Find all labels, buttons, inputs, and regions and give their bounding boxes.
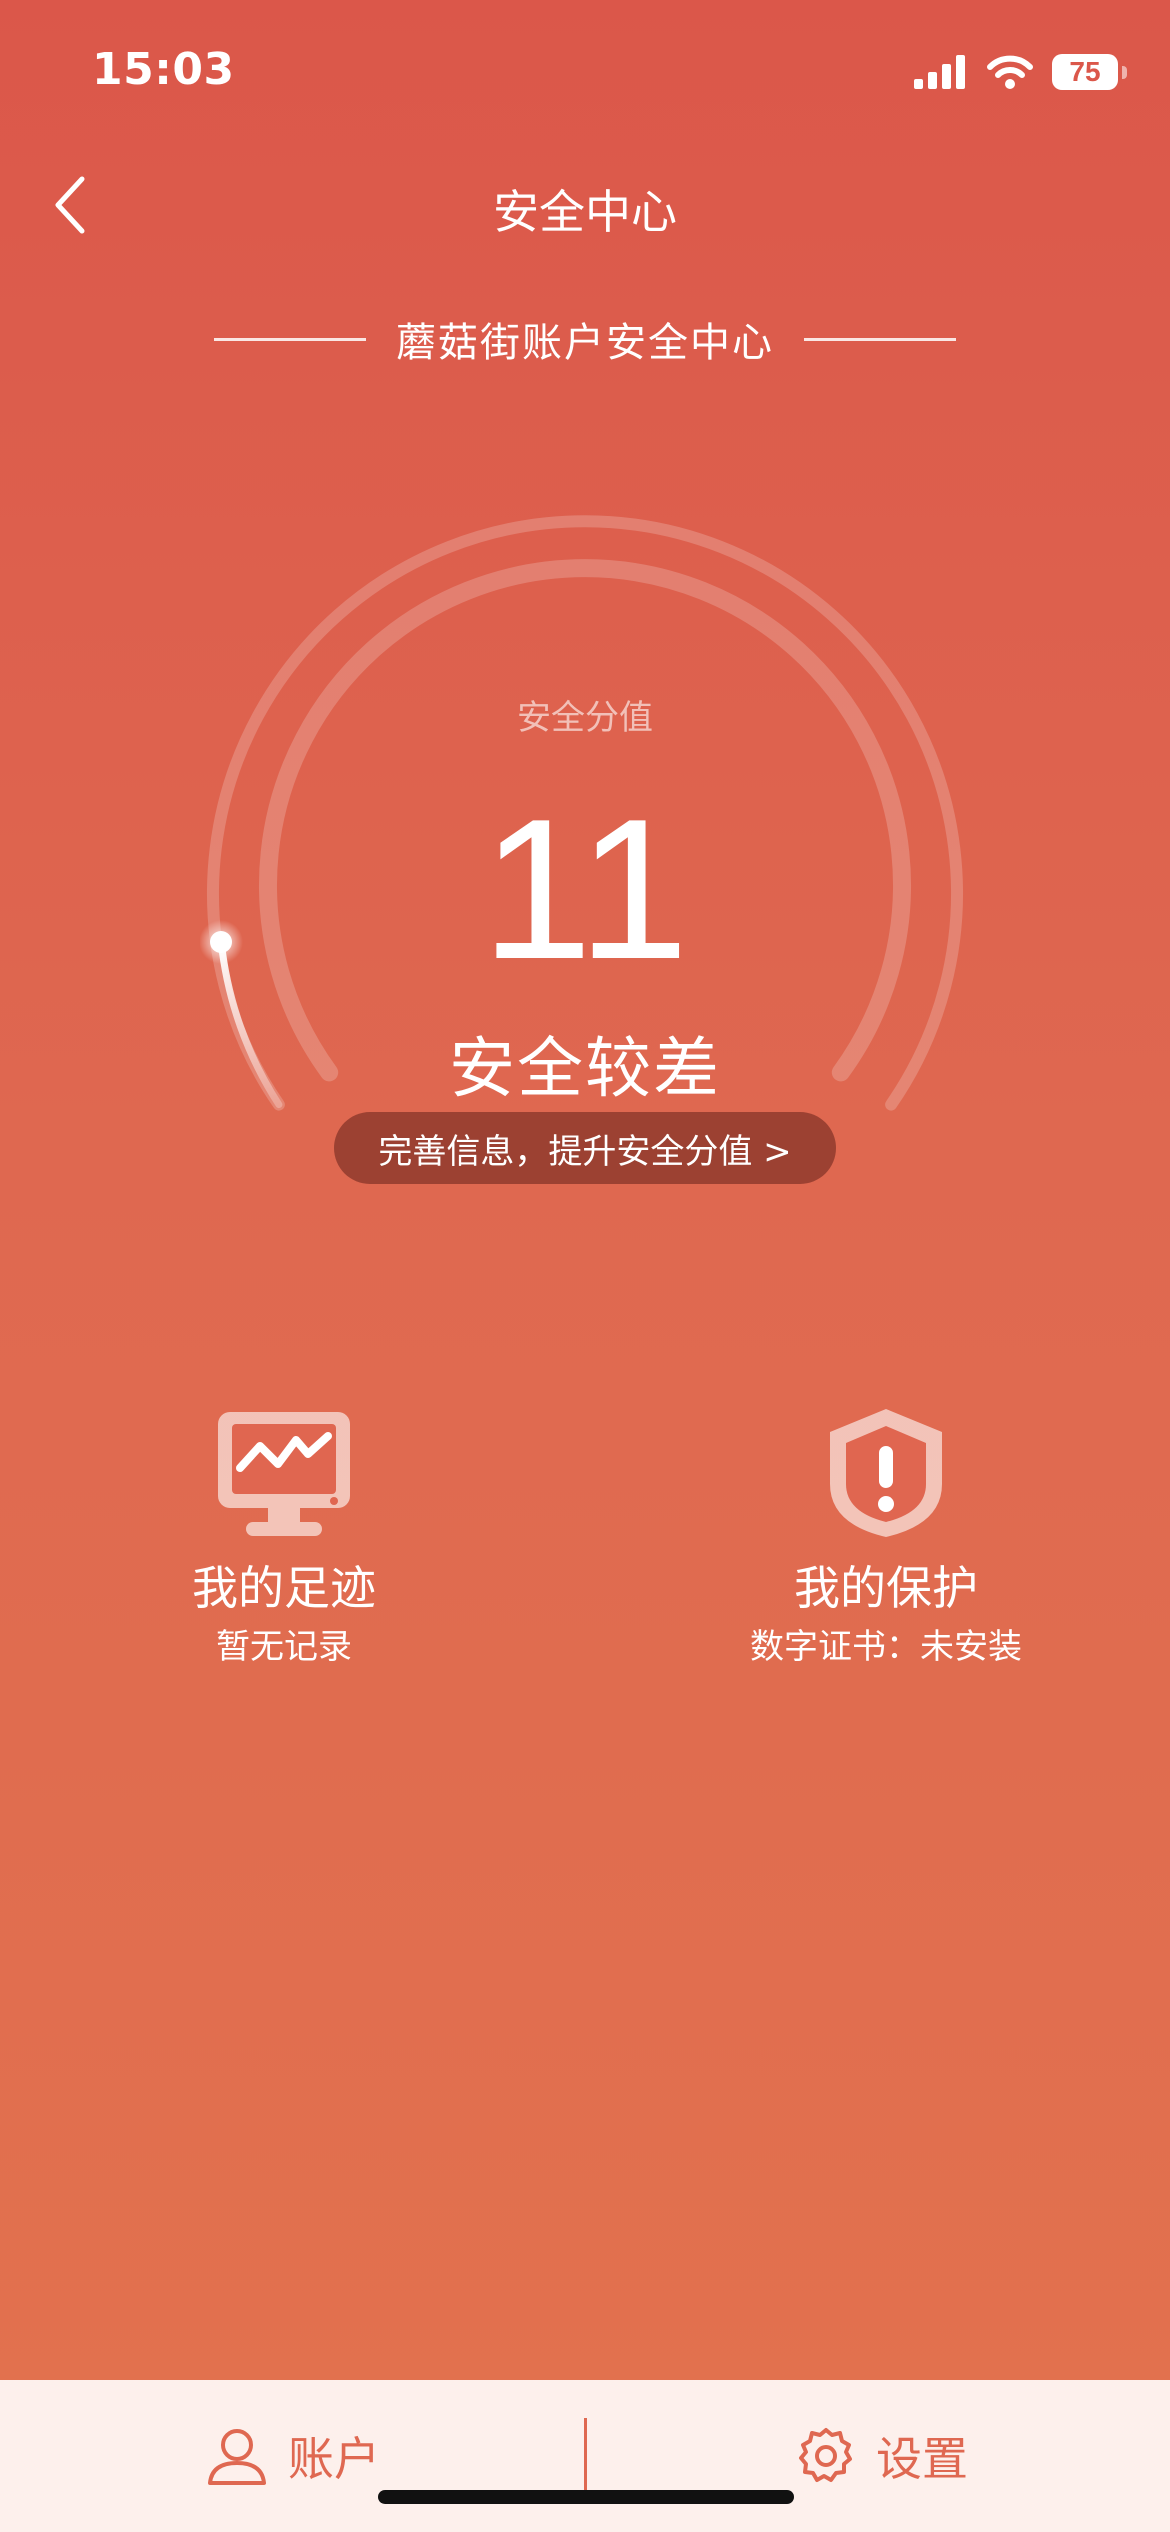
user-icon bbox=[208, 2429, 266, 2485]
tab-settings[interactable]: 设置 bbox=[796, 2410, 968, 2502]
status-time: 15:03 bbox=[92, 44, 235, 95]
subtitle-row: 蘑菇街账户安全中心 bbox=[0, 310, 1170, 368]
tab-divider bbox=[584, 2418, 587, 2494]
gear-icon bbox=[799, 2428, 852, 2482]
shield-alert-icon bbox=[830, 1409, 942, 1537]
home-indicator bbox=[378, 2490, 794, 2504]
score-label: 安全分值 bbox=[517, 698, 653, 738]
protection-icon-wrap bbox=[656, 1400, 1116, 1540]
tab-account-label: 账户 bbox=[288, 2432, 380, 2486]
status-icons: 75 bbox=[914, 50, 1127, 94]
battery-icon: 75 bbox=[1052, 54, 1127, 90]
battery-level: 75 bbox=[1069, 56, 1101, 87]
monitor-activity-icon bbox=[218, 1412, 350, 1536]
protection-subtitle: 数字证书：未安装 bbox=[750, 1627, 1022, 1667]
protection-item[interactable]: 我的保护 数字证书：未安装 bbox=[656, 1400, 1116, 1672]
protection-title: 我的保护 bbox=[794, 1561, 978, 1615]
subtitle-rule-right bbox=[804, 337, 956, 341]
improve-score-button[interactable]: 完善信息，提升安全分值 > bbox=[334, 1112, 836, 1184]
page-title: 安全中心 bbox=[493, 185, 677, 239]
subtitle-rule-left bbox=[214, 337, 366, 341]
security-score: 11 bbox=[481, 778, 689, 1001]
signal-icon bbox=[914, 55, 965, 89]
subtitle: 蘑菇街账户安全中心 bbox=[396, 320, 774, 366]
footprint-subtitle: 暂无记录 bbox=[216, 1627, 352, 1667]
security-status: 安全较差 bbox=[449, 1030, 721, 1107]
tab-account[interactable]: 账户 bbox=[206, 2410, 380, 2502]
footprint-item[interactable]: 我的足迹 暂无记录 bbox=[54, 1400, 514, 1672]
tab-settings-label: 设置 bbox=[876, 2432, 968, 2486]
wifi-icon bbox=[987, 55, 1033, 89]
footprint-icon-wrap bbox=[54, 1400, 514, 1540]
footprint-title: 我的足迹 bbox=[192, 1561, 376, 1615]
